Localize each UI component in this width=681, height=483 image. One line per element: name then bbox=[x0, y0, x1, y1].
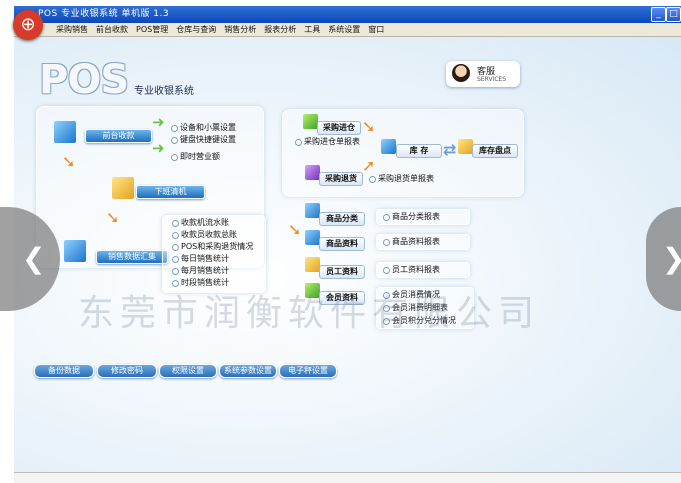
cube-icon bbox=[305, 203, 320, 218]
title-bar: POS 专业收银系统 单机版 1.3 _ □ bbox=[14, 6, 681, 23]
backup-data-button[interactable]: 备份数据 bbox=[34, 364, 94, 378]
arrow-icon: ➚ bbox=[362, 156, 376, 175]
menu-item-window[interactable]: 窗口 bbox=[364, 23, 388, 36]
person-icon bbox=[54, 121, 76, 143]
arrow-icon: ➘ bbox=[288, 220, 302, 239]
product-category-button[interactable]: 商品分类 bbox=[319, 212, 365, 226]
dashboard: POS 专业收银系统 客服 SERVICES 前台收款 ➜ 设备和小票设置 键盘… bbox=[14, 37, 681, 472]
arrow-icon: ➘ bbox=[362, 117, 376, 136]
cashier-flow-link[interactable]: 收款机流水账 bbox=[171, 217, 229, 228]
menu-item-warehouse-query[interactable]: 仓库与查询 bbox=[172, 23, 220, 36]
scale-settings-button[interactable]: 电子秤设置 bbox=[279, 364, 337, 378]
app-icon[interactable]: ⊕ bbox=[13, 10, 43, 40]
maximize-button[interactable]: □ bbox=[666, 7, 681, 22]
menu-item-system-settings[interactable]: 系统设置 bbox=[324, 23, 364, 36]
cube-icon bbox=[64, 240, 86, 262]
cube-icon bbox=[305, 230, 320, 245]
device-receipt-settings-link[interactable]: 设备和小票设置 bbox=[170, 122, 236, 133]
menu-item-report-analysis[interactable]: 报表分析 bbox=[260, 23, 300, 36]
cube-icon bbox=[305, 165, 320, 180]
app-window: POS 专业收银系统 单机版 1.3 _ □ 采购销售 前台收款 POS管理 仓库与查… bbox=[14, 6, 681, 472]
shift-handover-button[interactable]: 下班清机 bbox=[136, 185, 205, 199]
product-info-report-link[interactable]: 商品资料报表 bbox=[382, 236, 440, 247]
menu-item-tools[interactable]: 工具 bbox=[300, 23, 324, 36]
permission-settings-button[interactable]: 权限设置 bbox=[159, 364, 217, 378]
sales-summary-button[interactable]: 销售数据汇集 bbox=[96, 250, 168, 264]
employee-info-button[interactable]: 员工资料 bbox=[319, 265, 365, 279]
keyboard-shortcut-settings-link[interactable]: 键盘快捷键设置 bbox=[170, 134, 236, 145]
monthly-sales-link[interactable]: 每月销售统计 bbox=[171, 265, 229, 276]
cube-icon bbox=[303, 114, 318, 129]
employee-info-report-link[interactable]: 员工资料报表 bbox=[382, 264, 440, 275]
system-params-button[interactable]: 系统参数设置 bbox=[219, 364, 277, 378]
stock-check-button[interactable]: 库存盘点 bbox=[472, 144, 518, 158]
product-category-report-link[interactable]: 商品分类报表 bbox=[382, 211, 440, 222]
menu-item-pos-management[interactable]: POS管理 bbox=[132, 23, 172, 36]
pos-purchase-return-link[interactable]: POS和采购退货情况 bbox=[171, 241, 253, 252]
menu-item-purchase-sales[interactable]: 采购销售 bbox=[52, 23, 92, 36]
purchase-return-report-link[interactable]: 采购退货单报表 bbox=[368, 173, 434, 184]
logo-subtitle: 专业收银系统 bbox=[134, 86, 194, 97]
minimize-button[interactable]: _ bbox=[651, 7, 666, 22]
daily-sales-link[interactable]: 每日销售统计 bbox=[171, 253, 229, 264]
person-icon bbox=[452, 64, 470, 82]
purchase-in-button[interactable]: 采购进仓 bbox=[317, 121, 361, 135]
person-icon bbox=[305, 257, 320, 272]
menu-item-front-checkout[interactable]: 前台收款 bbox=[92, 23, 132, 36]
menu-bar: 采购销售 前台收款 POS管理 仓库与查询 销售分析 报表分析 工具 系统设置 窗口 bbox=[14, 23, 681, 37]
arrow-icon: ➜ bbox=[152, 139, 165, 157]
company-watermark: 东莞市润衡软件有限公司 bbox=[78, 293, 541, 334]
stock-button[interactable]: 库 存 bbox=[396, 144, 442, 158]
arrow-icon: ➘ bbox=[106, 208, 120, 227]
customer-service-button[interactable]: 客服 SERVICES bbox=[446, 61, 520, 87]
person-icon bbox=[112, 177, 134, 199]
arrow-icon: ➘ bbox=[62, 152, 76, 171]
window-title: POS 专业收银系统 单机版 1.3 bbox=[38, 9, 170, 19]
service-label-en: SERVICES bbox=[477, 76, 507, 83]
product-info-button[interactable]: 商品资料 bbox=[319, 237, 365, 251]
menu-item-sales-analysis[interactable]: 销售分析 bbox=[220, 23, 260, 36]
arrow-icon: ⇄ bbox=[443, 140, 457, 159]
pos-logo: POS bbox=[39, 57, 129, 103]
change-password-button[interactable]: 修改密码 bbox=[97, 364, 157, 378]
status-line bbox=[14, 472, 681, 483]
arrow-icon: ➜ bbox=[152, 113, 165, 131]
cube-icon bbox=[381, 139, 396, 154]
instant-turnover-link[interactable]: 即时营业额 bbox=[170, 151, 220, 162]
cube-icon bbox=[458, 139, 473, 154]
front-checkout-button[interactable]: 前台收款 bbox=[85, 129, 152, 143]
purchase-return-button[interactable]: 采购退货 bbox=[319, 172, 363, 186]
cashier-ledger-link[interactable]: 收款员收款总账 bbox=[171, 229, 237, 240]
purchase-in-report-link[interactable]: 采购进仓单报表 bbox=[294, 136, 360, 147]
carousel-next-button[interactable]: ❯ bbox=[646, 207, 681, 311]
